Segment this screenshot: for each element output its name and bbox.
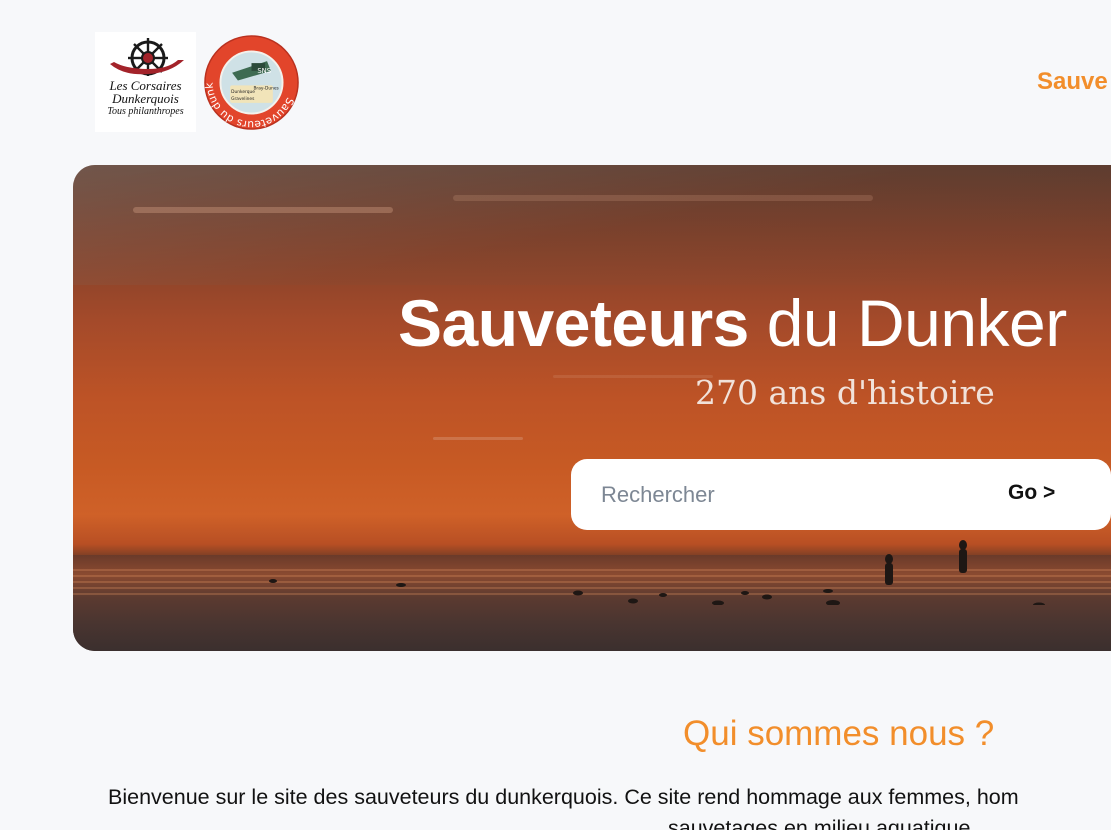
lifebuoy-place-1: Dunkerque: [231, 89, 255, 95]
hero-title-bold: Sauveteurs: [398, 286, 749, 360]
about-text-line-2: sauvetages en milieu aquatique: [668, 816, 971, 830]
lifebuoy-icon[interactable]: Sauveteurs du dunkerquois SNS Dunkerque …: [203, 34, 300, 131]
hero-title: Sauveteurs du Dunker: [398, 283, 1067, 363]
lifebuoy-place-3: Bray-Dunes: [253, 85, 279, 91]
hero-silhouettes: [269, 540, 1045, 605]
hero-cloud: [553, 375, 713, 378]
logo-line-2: Dunkerquois: [112, 91, 179, 106]
hero-cloud: [453, 195, 873, 201]
hero-cloud: [133, 207, 393, 213]
hero-sky-haze: [73, 165, 1111, 285]
corsaires-logo[interactable]: Les Corsaires Dunkerquois Tous philanthr…: [95, 32, 196, 132]
nav-link-sauveteurs[interactable]: Sauve: [1037, 68, 1108, 96]
hero-cloud: [433, 437, 523, 440]
hero-subtitle: 270 ans d'histoire: [695, 373, 995, 412]
logo-line-3: Tous philanthropes: [107, 106, 184, 117]
hero-banner: Sauveteurs du Dunker 270 ans d'histoire …: [73, 165, 1111, 651]
about-text-line-1: Bienvenue sur le site des sauveteurs du …: [108, 785, 1019, 809]
search-input[interactable]: [601, 477, 981, 513]
search-bar: Go >: [571, 459, 1111, 530]
ship-wheel-icon: [109, 38, 184, 76]
search-go-button[interactable]: Go >: [1008, 481, 1055, 505]
hero-title-light: du Dunker: [748, 286, 1068, 360]
page: Les Corsaires Dunkerquois Tous philanthr…: [0, 0, 1111, 830]
lifebuoy-place-2: Gravelines: [231, 96, 255, 102]
about-title: Qui sommes nous ?: [683, 714, 995, 753]
lifebuoy-center-text: SNS: [257, 67, 271, 75]
